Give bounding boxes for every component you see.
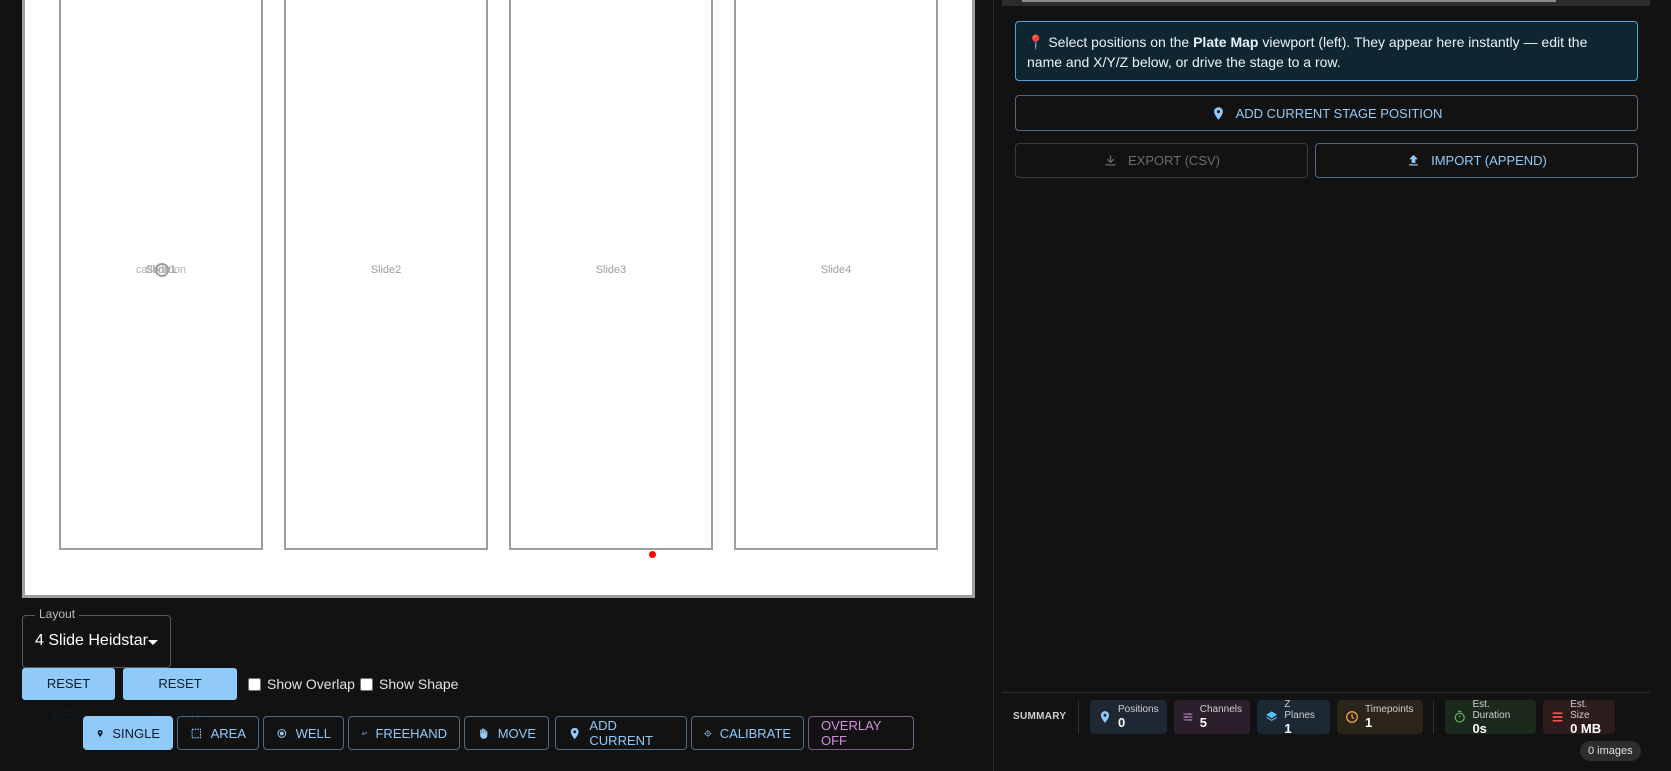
- layout-legend: Layout: [35, 607, 80, 621]
- positions-chip: Positions 0: [1090, 700, 1167, 734]
- reset-history-button[interactable]: RESET HISTORY: [123, 668, 237, 723]
- sliders-icon: [1183, 713, 1193, 721]
- overlay-toggle-label: OVERLAY OFF: [821, 718, 882, 748]
- channels-label: Channels: [1199, 704, 1242, 715]
- import-append-button[interactable]: IMPORT (APPEND): [1315, 143, 1638, 178]
- est-size-value: 0 MB: [1570, 720, 1602, 736]
- location-pin-emoji-icon: 📍: [1027, 34, 1045, 50]
- add-current-label: ADD CURRENT: [589, 718, 653, 748]
- stage-position-marker: [649, 551, 656, 558]
- add-current-stage-position-button[interactable]: ADD CURRENT STAGE POSITION: [1015, 95, 1638, 131]
- pin-icon: [1213, 106, 1223, 120]
- est-duration-label: Est. Duration: [1472, 698, 1511, 721]
- timepoints-value: 1: [1365, 715, 1373, 730]
- show-shape-checkbox[interactable]: [360, 677, 373, 691]
- est-duration-value: 0s: [1472, 720, 1487, 736]
- well-target-icon: [277, 728, 287, 738]
- slide-3[interactable]: Slide3: [509, 0, 713, 550]
- move-mode-label: MOVE: [497, 725, 536, 741]
- overlay-toggle-button[interactable]: OVERLAY OFF: [808, 716, 914, 750]
- calibrate-button[interactable]: CALIBRATE: [691, 716, 804, 750]
- calibration-marker-icon: [155, 263, 169, 277]
- timepoints-chip: Timepoints 1: [1337, 700, 1423, 734]
- show-overlap-label: Show Overlap: [267, 676, 355, 692]
- crosshair-icon: [704, 729, 712, 737]
- export-csv-label: EXPORT (CSV): [1128, 153, 1220, 168]
- positions-value: 0: [1118, 715, 1126, 730]
- area-mode-label: AREA: [210, 725, 246, 741]
- slide-1[interactable]: Slide1 calibration: [59, 0, 263, 550]
- est-size-label: Est. Size: [1570, 698, 1590, 721]
- z-planes-value: 1: [1284, 720, 1292, 736]
- summary-title: SUMMARY: [1013, 711, 1067, 722]
- timer-icon: [1454, 710, 1465, 723]
- pin-icon: [570, 727, 579, 739]
- timepoints-label: Timepoints: [1365, 704, 1414, 715]
- move-mode-button[interactable]: MOVE: [464, 716, 549, 750]
- scrollbar-thumb[interactable]: [1022, 0, 1556, 2]
- est-size-chip: Est. Size 0 MB: [1543, 698, 1615, 736]
- layers-icon: [1266, 711, 1278, 722]
- summary-separator: [1433, 700, 1434, 734]
- freehand-draw-icon: [361, 731, 367, 735]
- info-text-pre: Select positions on the: [1048, 34, 1194, 50]
- upload-icon: [1409, 154, 1418, 166]
- export-csv-button[interactable]: EXPORT (CSV): [1015, 143, 1308, 178]
- layout-select[interactable]: Layout 4 Slide Heidstar: [22, 607, 171, 668]
- well-mode-label: WELL: [295, 725, 331, 741]
- plate-map-viewport[interactable]: Slide1 calibration Slide2 Slide3 Slide4: [22, 0, 975, 598]
- import-append-label: IMPORT (APPEND): [1431, 153, 1547, 168]
- slide-4-label: Slide4: [820, 264, 852, 276]
- single-mode-button[interactable]: SINGLE: [83, 716, 173, 750]
- summary-divider: [1002, 692, 1650, 693]
- freehand-mode-button[interactable]: FREEHAND: [348, 716, 460, 750]
- hand-icon: [480, 727, 488, 739]
- show-overlap-toggle[interactable]: Show Overlap: [248, 676, 355, 692]
- freehand-mode-label: FREEHAND: [375, 725, 447, 741]
- channels-chip: Channels 5: [1174, 700, 1250, 734]
- est-duration-chip: Est. Duration 0s: [1445, 698, 1536, 736]
- layout-selected-value: 4 Slide Heidstar: [35, 632, 148, 649]
- calibrate-label: CALIBRATE: [719, 725, 791, 741]
- show-shape-label: Show Shape: [379, 676, 459, 692]
- clock-icon: [1346, 711, 1358, 723]
- add-current-stage-position-label: ADD CURRENT STAGE POSITION: [1235, 105, 1443, 121]
- well-mode-button[interactable]: WELL: [263, 716, 344, 750]
- positions-label: Positions: [1118, 704, 1159, 715]
- info-text-bold: Plate Map: [1193, 34, 1259, 50]
- slide-4[interactable]: Slide4: [734, 0, 938, 550]
- area-select-icon: [191, 728, 202, 738]
- show-overlap-checkbox[interactable]: [248, 677, 261, 691]
- show-shape-toggle[interactable]: Show Shape: [360, 676, 458, 692]
- z-planes-label: Z Planes: [1284, 698, 1315, 721]
- z-planes-chip: Z Planes 1: [1257, 698, 1330, 736]
- info-alert: 📍 Select positions on the Plate Map view…: [1015, 21, 1638, 81]
- right-panel-scrollbar[interactable]: [1002, 0, 1650, 6]
- caret-down-icon: [148, 640, 158, 645]
- slide-2[interactable]: Slide2: [284, 0, 488, 550]
- area-mode-button[interactable]: AREA: [177, 716, 259, 750]
- single-mode-label: SINGLE: [112, 725, 160, 741]
- pin-icon: [97, 729, 103, 737]
- reset-view-button[interactable]: RESET VIEW: [22, 668, 115, 723]
- pin-icon: [1100, 711, 1110, 723]
- images-count-badge: 0 images: [1580, 741, 1641, 761]
- channels-value: 5: [1199, 715, 1207, 730]
- panel-divider: [993, 0, 994, 771]
- storage-icon: [1552, 712, 1563, 722]
- summary-separator: [1078, 700, 1079, 734]
- slide-2-label: Slide2: [370, 264, 402, 276]
- slide-3-label: Slide3: [595, 264, 627, 276]
- add-current-button[interactable]: ADD CURRENT: [555, 716, 687, 750]
- download-icon: [1105, 155, 1116, 166]
